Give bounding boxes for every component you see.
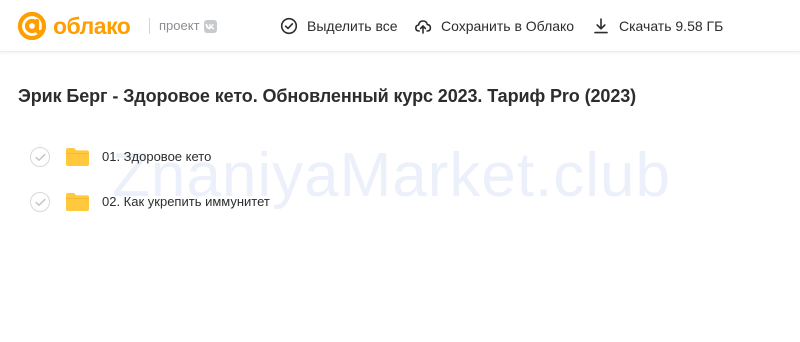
logo-divider [149,18,150,34]
save-to-cloud-button[interactable]: Сохранить в Облако [414,14,574,38]
select-all-label: Выделить все [307,18,398,34]
cloud-logo[interactable]: облако [17,10,131,42]
item-name: 01. Здоровое кето [102,149,212,164]
cloud-upload-icon [415,20,432,34]
download-icon [594,18,608,34]
file-list: 01. Здоровое кето 02. Как укрепить иммун… [0,137,800,227]
check-circle-icon [280,17,298,35]
vk-logo-icon [203,19,217,33]
list-item[interactable]: 01. Здоровое кето [0,137,800,182]
select-checkbox[interactable] [30,192,50,212]
project-label: проект [159,17,217,35]
at-sign-logo-icon [17,11,47,41]
project-text: проект [159,18,200,33]
download-button[interactable]: Скачать 9.58 ГБ [592,14,723,38]
page-title: Эрик Берг - Здоровое кето. Обновленный к… [18,86,637,106]
checkmark-icon [34,198,46,206]
header-bar: облако проект Выделить все Сохранить в О… [0,0,800,52]
logo-text: облако [53,13,131,39]
item-name: 02. Как укрепить иммунитет [102,194,270,209]
select-all-button[interactable]: Выделить все [280,14,398,38]
select-checkbox[interactable] [30,147,50,167]
list-item[interactable]: 02. Как укрепить иммунитет [0,182,800,227]
folder-icon [65,147,90,167]
checkmark-icon [34,153,46,161]
save-to-cloud-label: Сохранить в Облако [441,18,575,34]
download-label: Скачать 9.58 ГБ [619,18,724,34]
folder-icon [65,192,90,212]
